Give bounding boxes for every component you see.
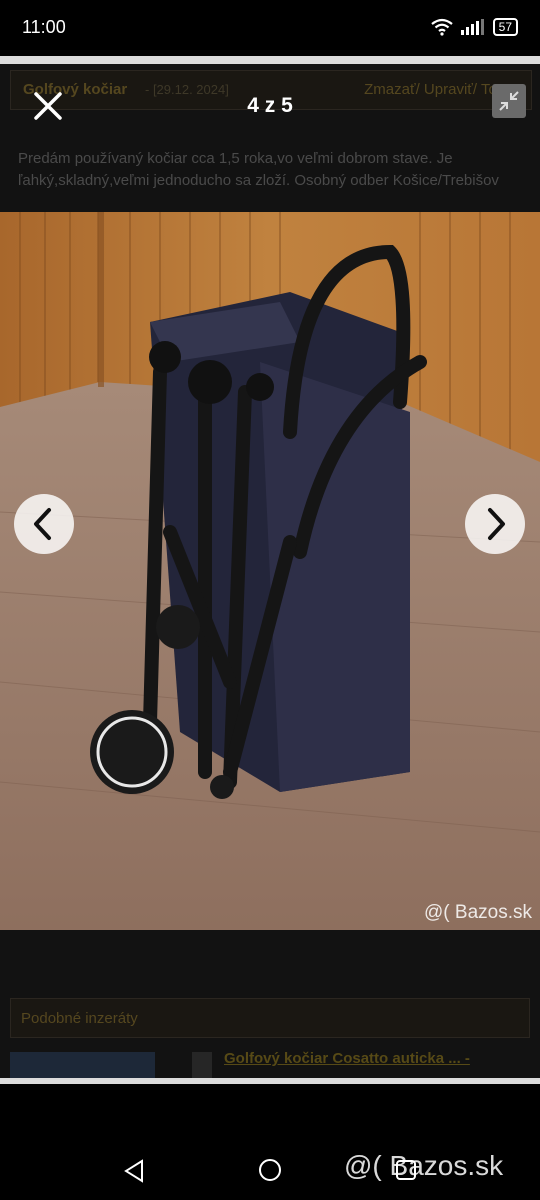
close-button[interactable]: [30, 88, 66, 124]
exit-fullscreen-button[interactable]: [492, 84, 526, 118]
bazos-brand-watermark: @( Bazos.sk: [344, 1150, 504, 1181]
similar-ads-label: Podobné inzeráty: [21, 1010, 138, 1027]
page-top-strip: [0, 56, 540, 64]
similar-ad-thumbnail-secondary: [192, 1052, 212, 1078]
listing-header: Golfový kočiar - [29.12. 2024] Zmazať/ U…: [10, 70, 532, 110]
similar-ad-link: Golfový kočiar Cosatto auticka ... -: [224, 1050, 470, 1067]
photo-watermark: @( Bazos.sk: [424, 902, 532, 923]
home-circle-icon: [259, 1159, 281, 1181]
system-back-button[interactable]: [122, 1158, 146, 1184]
status-time: 11:00: [22, 17, 66, 37]
previous-image-button[interactable]: [14, 494, 74, 554]
system-home-button[interactable]: [258, 1158, 282, 1182]
status-bar: 11:00 57: [0, 0, 540, 56]
status-icons: 57: [430, 18, 518, 36]
wifi-icon: [430, 18, 453, 36]
chevron-left-icon: [34, 508, 51, 540]
system-navigation-bar: [0, 1084, 540, 1200]
chevron-right-icon: [488, 508, 505, 540]
signal-icon: [460, 19, 484, 35]
stroller-photo-illustration: [0, 212, 540, 930]
listing-date: - [29.12. 2024]: [145, 82, 229, 97]
listing-photo[interactable]: @( Bazos.sk: [0, 212, 540, 930]
collapse-icon: [499, 91, 519, 111]
close-icon: [34, 92, 62, 120]
battery-indicator: 57: [492, 18, 518, 36]
similar-ad-thumbnail: [10, 1052, 155, 1078]
listing-description: Predám používaný kočiar cca 1,5 roka,vo …: [18, 150, 499, 189]
similar-ads-header: Podobné inzeráty: [10, 998, 530, 1038]
back-triangle-icon: [124, 1159, 143, 1183]
next-image-button[interactable]: [465, 494, 525, 554]
